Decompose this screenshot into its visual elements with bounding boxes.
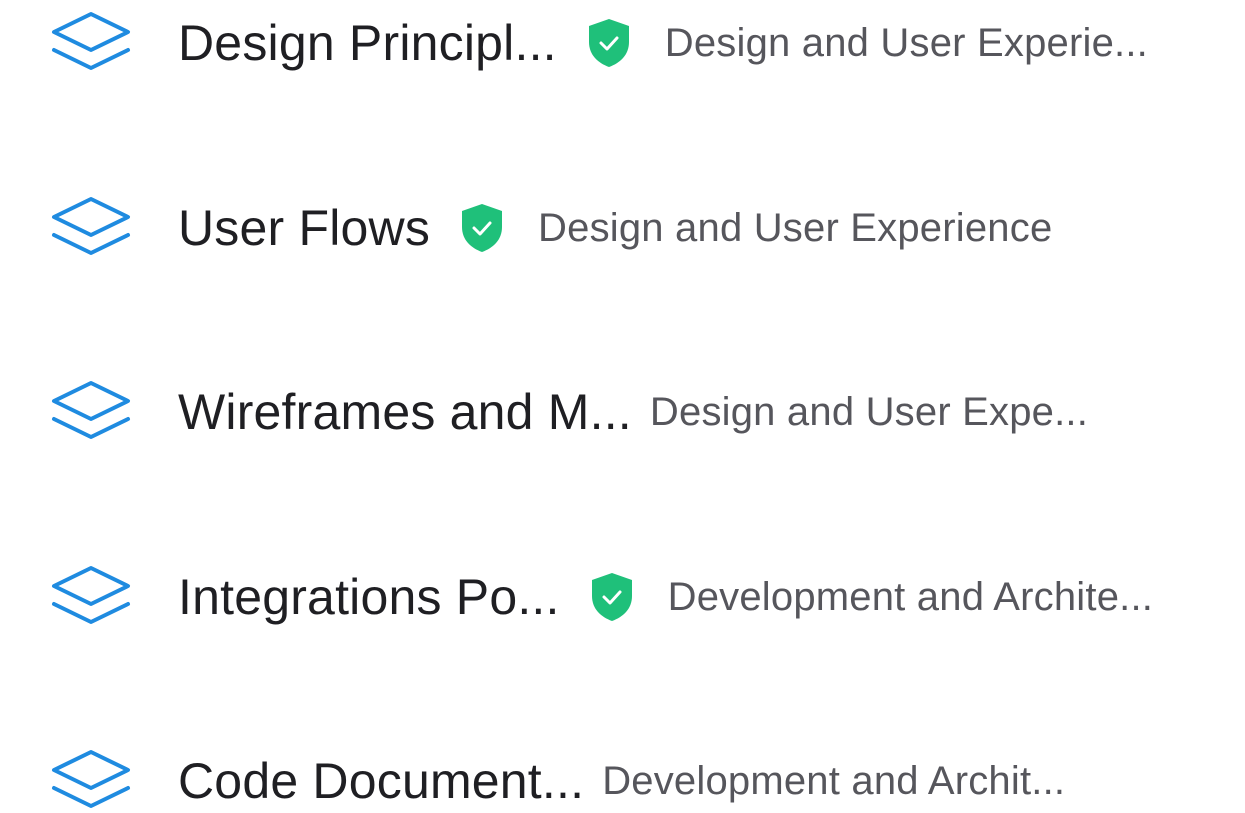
item-category: Design and User Experie... <box>664 21 1148 65</box>
list-item-content: Design Principl... Design and User Exper… <box>178 13 1148 73</box>
item-title: User Flows <box>178 200 431 256</box>
list-item[interactable]: Integrations Po... Development and Archi… <box>0 557 1245 637</box>
layers-icon <box>50 564 132 630</box>
item-category: Design and User Experience <box>538 206 1053 250</box>
item-title: Design Principl... <box>178 15 557 71</box>
list-item-content: User Flows Design and User Experience <box>178 198 1052 258</box>
item-category: Development and Archit... <box>602 759 1066 803</box>
list-item[interactable]: Design Principl... Design and User Exper… <box>0 3 1245 83</box>
layers-icon <box>50 379 132 445</box>
layers-icon <box>50 195 132 261</box>
list-item[interactable]: Code Document... Development and Archit.… <box>0 741 1245 813</box>
verified-shield-icon <box>585 16 633 70</box>
document-list: Design Principl... Design and User Exper… <box>0 0 1245 813</box>
list-item[interactable]: Wireframes and M... Design and User Expe… <box>0 372 1245 452</box>
verified-shield-icon <box>588 570 636 624</box>
layers-icon <box>50 10 132 76</box>
item-category: Development and Archite... <box>667 575 1154 619</box>
layers-icon <box>50 748 132 813</box>
list-item-content: Code Document... Development and Archit.… <box>178 751 1065 811</box>
item-title: Integrations Po... <box>178 569 560 625</box>
verified-shield-icon <box>458 201 506 255</box>
list-item[interactable]: User Flows Design and User Experience <box>0 188 1245 268</box>
item-title: Code Document... <box>178 753 585 809</box>
list-item-content: Integrations Po... Development and Archi… <box>178 567 1153 627</box>
item-category: Design and User Expe... <box>649 390 1089 434</box>
item-title: Wireframes and M... <box>178 384 632 440</box>
list-item-content: Wireframes and M... Design and User Expe… <box>178 382 1088 442</box>
